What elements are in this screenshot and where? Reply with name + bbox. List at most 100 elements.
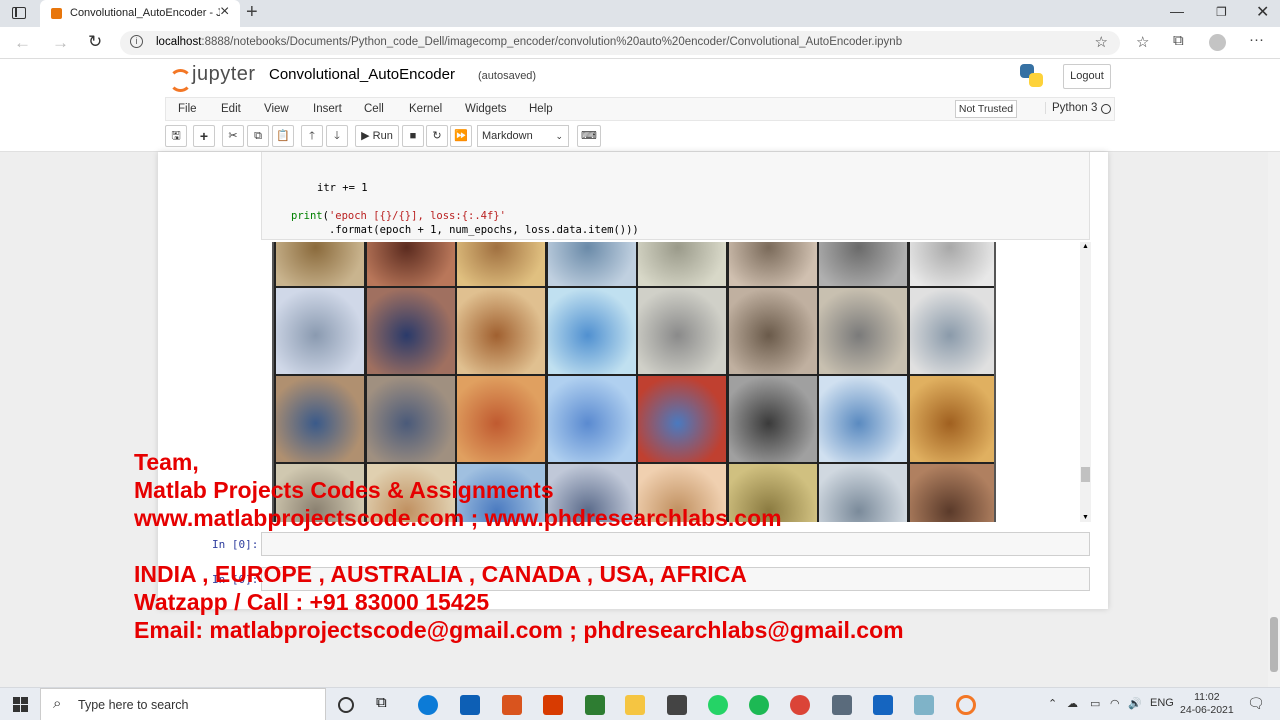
output-scrollbar[interactable]: ▲ ▼: [1080, 242, 1091, 522]
reconstructed-image: [909, 288, 994, 374]
chrome-icon[interactable]: [790, 695, 810, 715]
restart-icon[interactable]: ↻: [426, 125, 448, 147]
restore-icon[interactable]: ❐: [1216, 5, 1227, 19]
scroll-thumb[interactable]: [1081, 467, 1090, 482]
scroll-thumb[interactable]: [1270, 617, 1278, 672]
jupyter-header: jupyter Convolutional_AutoEncoder (autos…: [0, 59, 1280, 152]
move-up-icon[interactable]: 🡑: [301, 125, 323, 147]
interrupt-icon[interactable]: ■: [402, 125, 424, 147]
reload-icon[interactable]: ↻: [88, 32, 102, 52]
clock-time: 11:02: [1194, 691, 1220, 703]
profile-avatar[interactable]: [1209, 34, 1226, 51]
show-hidden-icons-icon[interactable]: ⌃: [1048, 697, 1057, 710]
store-icon[interactable]: [667, 695, 687, 715]
reconstructed-image: [366, 376, 455, 462]
reconstructed-image: [819, 464, 907, 522]
notebook-page: itr += 1 print('epoch [{}/{}], loss:{:.4…: [158, 152, 1108, 609]
clock[interactable]: 11:02 24-06-2021: [1180, 691, 1234, 717]
menu-insert[interactable]: Insert: [313, 103, 342, 115]
command-palette-icon[interactable]: ⌨: [577, 125, 601, 147]
wifi-icon[interactable]: ◠: [1110, 697, 1120, 710]
mail-icon[interactable]: [460, 695, 480, 715]
overlay-projects: Matlab Projects Codes & Assignments: [134, 477, 554, 503]
window-menu-icon[interactable]: [12, 7, 26, 19]
notification-icon[interactable]: 🗨: [1247, 695, 1265, 712]
language-indicator[interactable]: ENG: [1150, 697, 1174, 709]
whatsapp-icon[interactable]: [708, 695, 728, 715]
menu-kernel[interactable]: Kernel: [409, 103, 442, 115]
reconstructed-image: [366, 288, 455, 374]
clock-date: 24-06-2021: [1180, 704, 1234, 716]
page-scrollbar[interactable]: [1268, 152, 1280, 687]
url-field[interactable]: i localhost:8888/notebooks/Documents/Pyt…: [120, 31, 1120, 55]
app-icon[interactable]: [585, 695, 605, 715]
start-icon[interactable]: [13, 697, 28, 712]
code-function: print: [291, 210, 323, 222]
copy-icon[interactable]: ⧉: [247, 125, 269, 147]
reconstructed-image: [728, 288, 817, 374]
menu-view[interactable]: View: [264, 103, 289, 115]
volume-icon[interactable]: 🔊: [1128, 697, 1142, 710]
minimize-icon[interactable]: —: [1170, 3, 1184, 19]
forward-icon[interactable]: →: [52, 33, 69, 53]
reconstructed-image: [819, 376, 907, 462]
browser-tab[interactable]: Convolutional_AutoEncoder - Ju ×: [40, 0, 240, 27]
close-tab-icon[interactable]: ×: [220, 3, 229, 21]
taskbar-search-box[interactable]: ⌕ Type here to search: [40, 688, 326, 720]
menu-file[interactable]: File: [178, 103, 197, 115]
jupyter-logo-icon[interactable]: [168, 65, 188, 87]
cell-type-select[interactable]: Markdown ⌄: [477, 125, 569, 147]
scroll-down-icon[interactable]: ▼: [1082, 514, 1089, 521]
address-bar-row: ← → ↻ i localhost:8888/notebooks/Documen…: [0, 27, 1280, 59]
logout-button[interactable]: Logout: [1063, 64, 1111, 89]
app-icon[interactable]: [914, 695, 934, 715]
more-options-icon[interactable]: ···: [1249, 31, 1264, 48]
jupyter-taskbar-icon[interactable]: [956, 695, 976, 715]
reconstructed-image: [638, 376, 726, 462]
menu-edit[interactable]: Edit: [221, 103, 241, 115]
menu-widgets[interactable]: Widgets: [465, 103, 507, 115]
python-logo-icon: [1020, 64, 1044, 88]
notebook-name[interactable]: Convolutional_AutoEncoder: [269, 66, 455, 83]
favorite-star-icon[interactable]: ☆: [1095, 33, 1108, 51]
file-explorer-icon[interactable]: [625, 695, 645, 715]
jupyter-wordmark[interactable]: jupyter: [192, 63, 256, 86]
insert-cell-icon[interactable]: +: [193, 125, 215, 147]
run-button[interactable]: ▶ Run: [355, 125, 399, 147]
move-down-icon[interactable]: 🡓: [326, 125, 348, 147]
paste-icon[interactable]: 📋: [272, 125, 294, 147]
matlab-icon[interactable]: [502, 695, 522, 715]
cell-type-value: Markdown: [482, 130, 533, 142]
edge-icon[interactable]: [418, 695, 438, 715]
not-trusted-button[interactable]: Not Trusted: [955, 100, 1017, 118]
menu-cell[interactable]: Cell: [364, 103, 384, 115]
reconstructed-image: [728, 242, 817, 286]
app-icon[interactable]: [873, 695, 893, 715]
network-icon[interactable]: ▭: [1090, 697, 1100, 710]
fast-forward-icon[interactable]: ⏩: [450, 125, 472, 147]
empty-code-cell[interactable]: [261, 532, 1090, 556]
kernel-status-icon: [1101, 104, 1111, 114]
save-icon[interactable]: 🖫: [165, 125, 187, 147]
cortana-icon[interactable]: [338, 697, 354, 713]
code-cell[interactable]: itr += 1 print('epoch [{}/{}], loss:{:.4…: [261, 152, 1090, 240]
jupyter-favicon-icon: [51, 8, 62, 19]
onedrive-icon[interactable]: ☁: [1067, 697, 1078, 710]
cut-icon[interactable]: ✂: [222, 125, 244, 147]
search-placeholder: Type here to search: [78, 698, 189, 712]
new-tab-icon[interactable]: +: [246, 1, 258, 24]
office-icon[interactable]: [543, 695, 563, 715]
close-window-icon[interactable]: ✕: [1256, 2, 1269, 22]
favorites-icon[interactable]: ☆: [1136, 33, 1149, 51]
calculator-icon[interactable]: [832, 695, 852, 715]
task-view-icon[interactable]: ⧉: [376, 694, 396, 714]
collections-icon[interactable]: ⧉: [1173, 32, 1184, 49]
menu-bar: File Edit View Insert Cell Kernel Widget…: [165, 97, 1115, 121]
run-label: Run: [372, 130, 393, 142]
spotify-icon[interactable]: [749, 695, 769, 715]
site-info-icon[interactable]: i: [130, 35, 143, 48]
back-icon[interactable]: ←: [14, 33, 31, 53]
scroll-up-icon[interactable]: ▲: [1082, 243, 1089, 250]
menu-help[interactable]: Help: [529, 103, 553, 115]
code-line: itr += 1: [317, 182, 368, 194]
